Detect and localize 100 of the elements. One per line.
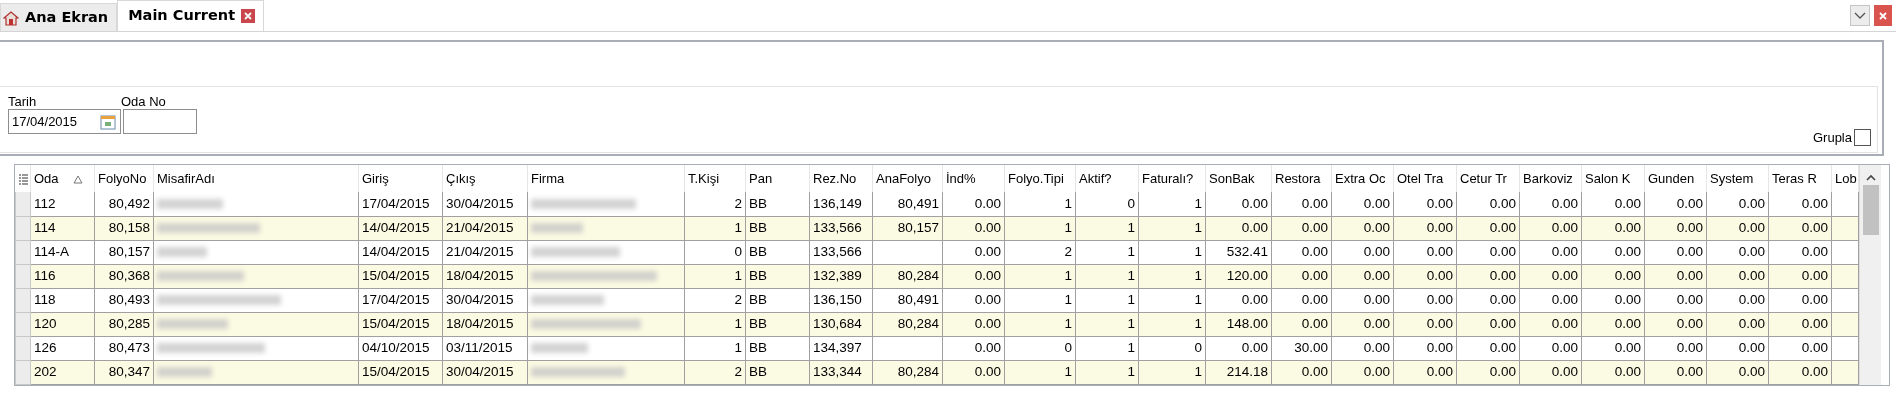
table-cell: 21/04/2015	[442, 240, 528, 264]
table-cell: 2	[684, 288, 746, 312]
column-header[interactable]: Barkoviz	[1519, 165, 1582, 192]
table-cell: 0.00	[1393, 336, 1457, 360]
table-cell: 30.00	[1271, 336, 1332, 360]
column-header[interactable]: MisafirAdı	[153, 165, 359, 192]
table-cell: 2	[684, 192, 746, 216]
table-cell: 80,493	[94, 288, 154, 312]
table-cell: BB	[745, 336, 810, 360]
column-header[interactable]: Lob	[1831, 165, 1859, 192]
table-cell: 0.00	[1519, 240, 1582, 264]
table-cell: 126	[30, 336, 95, 360]
column-header[interactable]: Firma	[527, 165, 685, 192]
table-cell: 0.00	[942, 336, 1005, 360]
table-cell: 0.00	[1706, 192, 1769, 216]
table-cell: 0	[1004, 336, 1076, 360]
table-cell: 0.00	[1205, 192, 1272, 216]
room-field[interactable]	[123, 109, 197, 134]
column-header[interactable]: SonBak	[1205, 165, 1272, 192]
column-header[interactable]: Oda	[30, 165, 95, 192]
column-header[interactable]: Folyo.Tipi	[1004, 165, 1076, 192]
close-icon[interactable]	[241, 9, 256, 23]
table-cell: 0.00	[942, 240, 1005, 264]
field-label: Tarih	[8, 94, 38, 109]
table-cell: 0.00	[1271, 192, 1332, 216]
table-cell: 114-A	[30, 240, 95, 264]
column-header[interactable]: Giriş	[358, 165, 443, 192]
table-cell: 80,157	[94, 240, 154, 264]
table-cell: 1	[1138, 192, 1206, 216]
table-cell: 80,491	[872, 288, 943, 312]
date-field[interactable]: 17/04/2015	[8, 109, 121, 134]
house-icon	[3, 9, 19, 26]
table-cell: 0.00	[1768, 240, 1832, 264]
table-cell: 0.00	[1456, 336, 1520, 360]
column-header[interactable]: Çıkış	[442, 165, 528, 192]
close-icon	[1879, 11, 1887, 20]
chevron-down-icon	[1854, 11, 1866, 20]
table-cell: 0.00	[1456, 240, 1520, 264]
table-cell: 0.00	[1768, 288, 1832, 312]
table-cell: 1	[1138, 240, 1206, 264]
table-cell: 1	[684, 336, 746, 360]
table-cell: 136,150	[809, 288, 873, 312]
table-cell: 0.00	[1456, 288, 1520, 312]
scrollbar-thumb[interactable]	[1862, 185, 1879, 235]
table-cell: BB	[745, 288, 810, 312]
table-cell: 80,491	[872, 192, 943, 216]
tab[interactable]: Ana Ekran	[0, 3, 118, 31]
table-cell: 03/11/2015	[442, 336, 528, 360]
column-header[interactable]: Restora	[1271, 165, 1332, 192]
scroll-up-icon[interactable]	[1864, 173, 1877, 183]
table-cell: 2	[1004, 240, 1076, 264]
table-cell: 0	[684, 240, 746, 264]
table-cell: 0.00	[1644, 288, 1707, 312]
table-cell: BB	[745, 240, 810, 264]
column-header[interactable]: System	[1706, 165, 1769, 192]
table-cell: 0.00	[1205, 336, 1272, 360]
column-header[interactable]: Pan	[745, 165, 810, 192]
column-header[interactable]: Salon K	[1581, 165, 1645, 192]
blurred-text	[531, 223, 583, 234]
column-header[interactable]: FolyoNo	[94, 165, 154, 192]
table-cell: 30/04/2015	[442, 192, 528, 216]
table-cell: 0.00	[1393, 288, 1457, 312]
table-cell: 0.00	[1519, 336, 1582, 360]
column-header[interactable]: Otel Tra	[1393, 165, 1457, 192]
close-button[interactable]	[1874, 5, 1892, 26]
blurred-text	[157, 247, 207, 258]
column-header[interactable]: Extra Oc	[1331, 165, 1394, 192]
table-cell: 118	[30, 288, 95, 312]
table-cell: 0.00	[1581, 192, 1645, 216]
tab[interactable]: Main Current	[117, 0, 265, 31]
table-cell: 0.00	[1519, 192, 1582, 216]
dropdown-button[interactable]	[1850, 5, 1870, 26]
blurred-text	[157, 199, 223, 210]
table-cell: 0.00	[1706, 336, 1769, 360]
table-cell: 0.00	[942, 288, 1005, 312]
table-cell: 17/04/2015	[358, 288, 443, 312]
column-header[interactable]: Teras R	[1768, 165, 1832, 192]
table-cell: 0.00	[1644, 336, 1707, 360]
table-cell: 1	[1004, 192, 1076, 216]
table-cell: 80,492	[94, 192, 154, 216]
column-chooser-icon[interactable]	[18, 173, 28, 185]
column-header[interactable]: Gunden	[1644, 165, 1707, 192]
calendar-icon[interactable]	[100, 113, 116, 130]
table-cell: 17/04/2015	[358, 192, 443, 216]
table-cell: 1	[1075, 288, 1139, 312]
table-cell: 136,149	[809, 192, 873, 216]
column-header[interactable]: Aktif?	[1075, 165, 1139, 192]
table-cell: 0	[1075, 192, 1139, 216]
table-cell: 0.00	[1331, 192, 1394, 216]
table-cell: 0.00	[1581, 240, 1645, 264]
checkbox[interactable]	[1854, 128, 1871, 146]
column-header[interactable]: İnd%	[942, 165, 1005, 192]
column-header[interactable]: Faturalı?	[1138, 165, 1206, 192]
column-header[interactable]: Cetur Tr	[1456, 165, 1520, 192]
table-cell: 0.00	[1393, 240, 1457, 264]
column-header[interactable]: AnaFolyo	[872, 165, 943, 192]
checkbox-label: Grupla	[1812, 128, 1852, 147]
blurred-text	[531, 343, 588, 354]
column-header[interactable]: T.Kişi	[684, 165, 746, 192]
column-header[interactable]: Rez.No	[809, 165, 873, 192]
